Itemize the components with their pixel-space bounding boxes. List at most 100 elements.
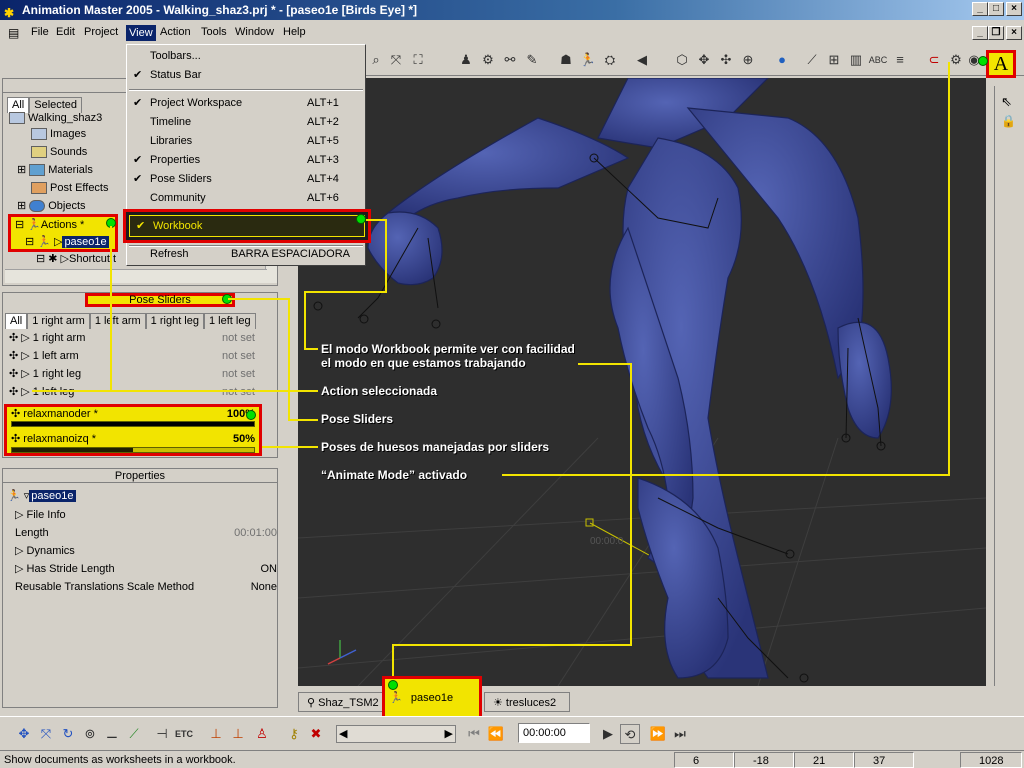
- group-tool-icon[interactable]: ⊚: [80, 724, 100, 744]
- path-icon[interactable]: ⟋: [802, 50, 822, 70]
- view-menu-properties[interactable]: ✔ Properties ALT+3: [127, 151, 365, 170]
- muscle-mode-icon[interactable]: ⛭: [600, 50, 620, 70]
- key-icon[interactable]: ⚷: [284, 724, 304, 744]
- doc-tab-tresluces[interactable]: ☀ tresluces2: [484, 692, 570, 712]
- view-menu-toolbars[interactable]: Toolbars...: [127, 47, 365, 66]
- viewport[interactable]: 00:00:0: [298, 78, 986, 686]
- time-scrubber[interactable]: ◀ ▶: [336, 725, 456, 743]
- pose-tab-right-arm[interactable]: 1 right arm: [27, 313, 90, 329]
- pivot-icon[interactable]: ⚙: [478, 50, 498, 70]
- properties-header[interactable]: 🏃 ▿ paseo1e: [7, 487, 76, 505]
- tree-item-actions[interactable]: ⊟ 🏃Actions *: [15, 216, 84, 234]
- figure-icon[interactable]: ♙: [252, 724, 272, 744]
- next-frame-icon[interactable]: ⏩: [648, 724, 668, 744]
- stack-icon[interactable]: ≡: [890, 50, 910, 70]
- tree-item-sounds[interactable]: Sounds: [31, 143, 87, 161]
- pose-group-right-leg[interactable]: ✣ ▷ 1 right leg not set: [9, 365, 279, 383]
- menu-help[interactable]: Help: [283, 26, 306, 38]
- pose-tab-all[interactable]: All: [5, 313, 28, 329]
- project-hscrollbar[interactable]: [5, 269, 267, 283]
- scrub-left-icon[interactable]: ◀: [339, 727, 347, 740]
- tree-item-post-effects[interactable]: Post Effects: [31, 179, 109, 197]
- walk-icon[interactable]: 🏃: [578, 50, 598, 70]
- pose-tab-left-leg[interactable]: 1 left leg: [203, 313, 256, 329]
- rewind-icon[interactable]: ⏮: [464, 724, 484, 744]
- rotate-icon[interactable]: ↻: [58, 724, 78, 744]
- tree-item-objects[interactable]: ⊞ Objects: [17, 197, 86, 215]
- scrub-right-icon[interactable]: ▶: [445, 727, 453, 740]
- globe-icon[interactable]: ⊕: [738, 50, 758, 70]
- menu-view[interactable]: View: [126, 25, 156, 41]
- view-menu-workbook[interactable]: ✔ Workbook: [123, 209, 371, 243]
- pose-group-left-leg[interactable]: ✣ ▷ 1 left leg not set: [9, 383, 279, 401]
- pose-tab-left-arm[interactable]: 1 left arm: [89, 313, 146, 329]
- pose-group-right-arm[interactable]: ✣ ▷ 1 right arm not set: [9, 329, 279, 347]
- doc-restore-button[interactable]: ❐: [988, 26, 1004, 40]
- bars-icon[interactable]: ▥: [846, 50, 866, 70]
- lock-icon[interactable]: 🔒: [1001, 114, 1016, 128]
- prop-length[interactable]: Length 00:01:00: [15, 524, 277, 542]
- view-menu-refresh[interactable]: Refresh BARRA ESPACIADORA: [127, 245, 365, 264]
- view-menu-libraries[interactable]: Libraries ALT+5: [127, 132, 365, 151]
- view-menu-community[interactable]: Community ALT+6: [127, 189, 365, 208]
- key-tool-icon[interactable]: ⊣: [152, 724, 172, 744]
- minimize-button[interactable]: _: [972, 2, 988, 16]
- path-tool-icon[interactable]: ⟋: [124, 724, 144, 744]
- skeletal-icon[interactable]: ☗: [556, 50, 576, 70]
- fullscreen-icon[interactable]: ⛶: [408, 50, 428, 70]
- plus-icon[interactable]: ⊥: [206, 724, 226, 744]
- keyframe-icon[interactable]: ⊥: [228, 724, 248, 744]
- slider-relaxmanoder[interactable]: ✣ relaxmanoder * 100%: [11, 406, 257, 422]
- view-menu-status-bar[interactable]: ✔ Status Bar: [127, 66, 365, 85]
- doc-tab-shaz[interactable]: ⚲ Shaz_TSM2: [298, 692, 388, 712]
- prop-file-info[interactable]: ▷ File Info: [15, 506, 277, 524]
- maximize-button[interactable]: □: [988, 2, 1004, 16]
- menu-file[interactable]: File: [31, 26, 49, 38]
- translate-icon[interactable]: ✥: [14, 724, 34, 744]
- end-icon[interactable]: ⏭: [670, 724, 690, 744]
- doc-close-button[interactable]: ×: [1006, 26, 1022, 40]
- tree-item-images[interactable]: Images: [31, 125, 86, 143]
- text-ab-icon[interactable]: ABC: [868, 50, 888, 70]
- keys-icon[interactable]: ⊞: [824, 50, 844, 70]
- prop-stride[interactable]: ▷ Has Stride Length ON: [15, 560, 277, 578]
- menu-edit[interactable]: Edit: [56, 26, 75, 38]
- fit-icon[interactable]: ⤧: [386, 50, 406, 70]
- pose-group-left-arm[interactable]: ✣ ▷ 1 left arm not set: [9, 347, 279, 365]
- prev-frame-icon[interactable]: ⏪: [486, 724, 506, 744]
- tree-item-shortcut[interactable]: ⊟ ✱ ▷Shortcut t: [36, 250, 116, 268]
- slider-relaxmanoizq[interactable]: ✣ relaxmanoizq * 50%: [11, 431, 257, 447]
- etc-icon[interactable]: ETC: [174, 724, 194, 744]
- scale-tool-icon[interactable]: ⤧: [36, 724, 56, 744]
- prop-dynamics[interactable]: ▷ Dynamics: [15, 542, 277, 560]
- view-menu-project-workspace[interactable]: ✔ Project Workspace ALT+1: [127, 94, 365, 113]
- tree-item-materials[interactable]: ⊞ Materials: [17, 161, 93, 179]
- muscle-icon[interactable]: ✎: [522, 50, 542, 70]
- menu-project[interactable]: Project: [84, 26, 118, 38]
- doc-minimize-button[interactable]: _: [972, 26, 988, 40]
- slider-track-relaxmanoder[interactable]: [11, 421, 255, 427]
- scale-icon[interactable]: ✣: [716, 50, 736, 70]
- slider-track-relaxmanoizq[interactable]: [11, 447, 255, 453]
- close-button[interactable]: ×: [1006, 2, 1022, 16]
- prop-scale-method[interactable]: Reusable Translations Scale Method None: [15, 578, 277, 596]
- move-icon[interactable]: ✥: [694, 50, 714, 70]
- magnet-icon[interactable]: ⊂: [924, 50, 944, 70]
- loop-icon[interactable]: ⟲: [620, 724, 640, 744]
- earth-icon[interactable]: ●: [772, 50, 792, 70]
- menu-tools[interactable]: Tools: [201, 26, 227, 38]
- view-menu-pose-sliders[interactable]: ✔ Pose Sliders ALT+4: [127, 170, 365, 189]
- menu-window[interactable]: Window: [235, 26, 274, 38]
- link-icon[interactable]: ⚯: [500, 50, 520, 70]
- view-menu-timeline[interactable]: Timeline ALT+2: [127, 113, 365, 132]
- bone-tool-icon[interactable]: ⚊: [102, 724, 122, 744]
- pose-tab-right-leg[interactable]: 1 right leg: [145, 313, 204, 329]
- menu-action[interactable]: Action: [160, 26, 191, 38]
- tree-item-paseo1e[interactable]: ⊟ 🏃 ▷ paseo1e: [25, 233, 109, 251]
- delete-icon[interactable]: ✖: [306, 724, 326, 744]
- timecode-field[interactable]: 00:00:00: [518, 723, 590, 743]
- animate-mode-button[interactable]: A: [986, 50, 1016, 78]
- play-icon[interactable]: ▶: [598, 724, 618, 744]
- bone-icon[interactable]: ♟: [456, 50, 476, 70]
- speaker-icon[interactable]: ◀: [632, 50, 652, 70]
